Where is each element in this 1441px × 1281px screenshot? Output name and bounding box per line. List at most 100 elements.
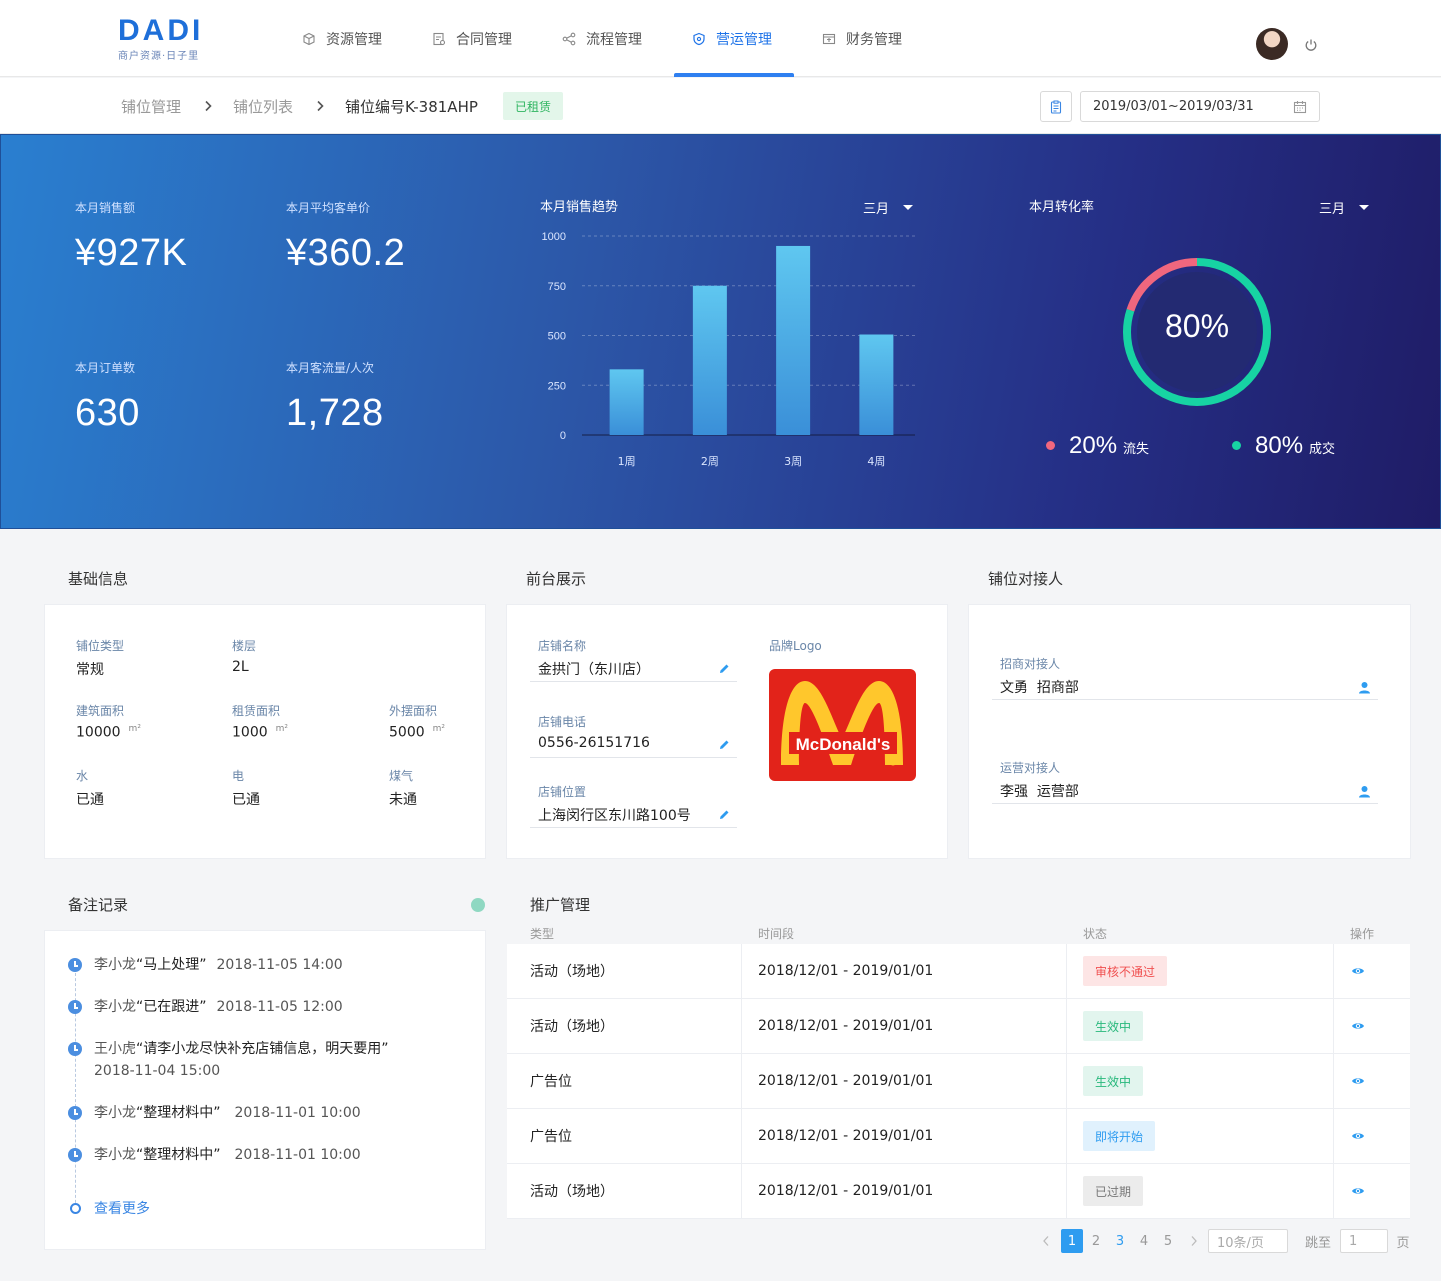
chevron-right-icon: [1191, 1236, 1197, 1246]
store-location-field[interactable]: 上海闵行区东川路100号: [538, 805, 691, 825]
view-icon[interactable]: [1351, 964, 1365, 978]
logo-tagline: 商户资源·日子里: [118, 51, 200, 62]
nav-item-operations[interactable]: 营运管理: [692, 0, 772, 77]
view-icon[interactable]: [1351, 1129, 1365, 1143]
column-header: 时间段: [758, 927, 795, 941]
kpi-value: ¥360.2: [286, 232, 406, 274]
view-icon[interactable]: [1351, 1184, 1365, 1198]
field-label: 铺位类型: [76, 639, 125, 653]
bar[interactable]: [609, 369, 644, 435]
cell-type: 活动（场地）: [530, 1019, 614, 1035]
storefront-title: 前台展示: [526, 570, 587, 588]
page-button[interactable]: 1: [1061, 1229, 1083, 1253]
field-label: 店铺电话: [538, 715, 587, 729]
page-button[interactable]: 2: [1085, 1229, 1107, 1253]
user-avatar[interactable]: [1256, 28, 1288, 60]
breadcrumb-item[interactable]: 铺位列表: [233, 78, 293, 134]
flow-icon: [562, 32, 576, 46]
user-icon[interactable]: [1358, 785, 1371, 798]
column-divider: [1333, 1109, 1334, 1163]
area-unit: m²: [275, 724, 289, 734]
nav-label: 流程管理: [586, 31, 642, 48]
nav-item-workflow[interactable]: 流程管理: [562, 0, 642, 77]
edit-icon[interactable]: [718, 739, 730, 751]
area-unit: m²: [432, 724, 446, 734]
user-icon[interactable]: [1358, 681, 1371, 694]
prev-page-button[interactable]: [1038, 1229, 1054, 1253]
note-author: 李小龙: [94, 1147, 136, 1163]
logo-wordmark: McDonald's: [796, 735, 891, 754]
note-time: 2018-11-01 10:00: [234, 1105, 361, 1121]
brand-logo[interactable]: DADI 商户资源·日子里: [118, 14, 204, 63]
next-page-button[interactable]: [1186, 1229, 1202, 1253]
note-quote: “已在跟进”: [136, 999, 207, 1015]
note-item: 李小龙“马上处理” 2018-11-05 14:00: [94, 954, 343, 976]
nav-label: 营运管理: [716, 31, 772, 48]
kpi-value: 1,728: [286, 392, 384, 434]
legend-lost: 20% 流失: [1046, 432, 1149, 460]
table-row: 广告位 2018/12/01 - 2019/01/01 生效中: [507, 1054, 1410, 1109]
date-range-value: 2019/03/01~2019/03/31: [1093, 99, 1254, 114]
active-tab-indicator: [674, 73, 794, 77]
note-author: 王小虎: [94, 1041, 136, 1057]
field-label: 外摆面积: [389, 704, 438, 718]
store-name-field[interactable]: 金拱门（东川店）: [538, 659, 650, 679]
column-divider: [1066, 999, 1067, 1053]
column-divider: [1333, 1164, 1334, 1218]
note-quote: “整理材料中”: [136, 1105, 221, 1121]
page-button[interactable]: 3: [1109, 1229, 1131, 1253]
jump-page-input[interactable]: 1: [1340, 1229, 1388, 1253]
column-header: 操作: [1350, 927, 1375, 941]
note-time: 2018-11-04 15:00: [94, 1063, 221, 1079]
logo-mark: DADI: [118, 14, 204, 47]
store-phone-field[interactable]: 0556-26151716: [538, 735, 650, 751]
jump-label: 跳至: [1304, 1235, 1331, 1251]
page-suffix: 页: [1396, 1235, 1410, 1251]
note-author: 李小龙: [94, 999, 136, 1015]
operations-contact-field[interactable]: 李强 运营部: [1000, 781, 1079, 801]
nav-item-contracts[interactable]: 合同管理: [432, 0, 512, 77]
legend-won: 80% 成交: [1232, 432, 1335, 460]
breadcrumb-item[interactable]: 铺位管理: [121, 78, 181, 134]
status-badge: 已租赁: [503, 92, 564, 120]
table-row: 活动（场地） 2018/12/01 - 2019/01/01 生效中: [507, 999, 1410, 1054]
cell-period: 2018/12/01 - 2019/01/01: [758, 1128, 934, 1144]
view-icon[interactable]: [1351, 1074, 1365, 1088]
bar[interactable]: [692, 285, 727, 435]
date-range-picker[interactable]: 2019/03/01~2019/03/31: [1080, 91, 1320, 122]
clock-icon: [68, 958, 82, 972]
view-more-link[interactable]: 查看更多: [94, 1198, 150, 1218]
cell-type: 活动（场地）: [530, 964, 614, 980]
y-tick-label: 250: [548, 380, 566, 392]
edit-icon[interactable]: [718, 809, 730, 821]
mcdonalds-logo: McDonald's: [781, 681, 903, 766]
clipboard-button[interactable]: [1040, 91, 1072, 122]
edit-icon[interactable]: [718, 663, 730, 675]
bar[interactable]: [776, 245, 811, 435]
nav-label: 财务管理: [846, 31, 902, 48]
power-icon[interactable]: [1304, 38, 1318, 52]
leasing-contact-field[interactable]: 文勇 招商部: [1000, 677, 1079, 697]
sales-trend-chart: 0 250 500 750 1000 1周 2周 3周 4周: [542, 231, 915, 468]
brand-logo-image[interactable]: McDonald's: [769, 669, 916, 781]
legend-name: 流失: [1123, 442, 1150, 457]
page-button[interactable]: 4: [1133, 1229, 1155, 1253]
note-author: 李小龙: [94, 957, 136, 973]
page-button[interactable]: 5: [1157, 1229, 1179, 1253]
caret-down-icon: [1359, 205, 1370, 210]
nav-item-resources[interactable]: 资源管理: [302, 0, 382, 77]
chevron-right-icon: [203, 78, 213, 134]
nav-item-finance[interactable]: 财务管理: [822, 0, 902, 77]
comment-icon[interactable]: [471, 898, 485, 912]
column-divider: [741, 999, 742, 1053]
page-size-select[interactable]: 10条/页: [1208, 1229, 1288, 1253]
area-unit: m²: [128, 724, 141, 734]
bar[interactable]: [859, 334, 894, 435]
conversion-period-select[interactable]: 三月: [1319, 198, 1370, 217]
operations-icon: [692, 32, 706, 46]
breadcrumb-current: 铺位编号K-381AHP: [345, 97, 478, 116]
area-value: 1000: [232, 724, 268, 741]
area-value: 5000: [389, 724, 425, 741]
sales-trend-period-select[interactable]: 三月: [863, 198, 914, 217]
view-icon[interactable]: [1351, 1019, 1365, 1033]
